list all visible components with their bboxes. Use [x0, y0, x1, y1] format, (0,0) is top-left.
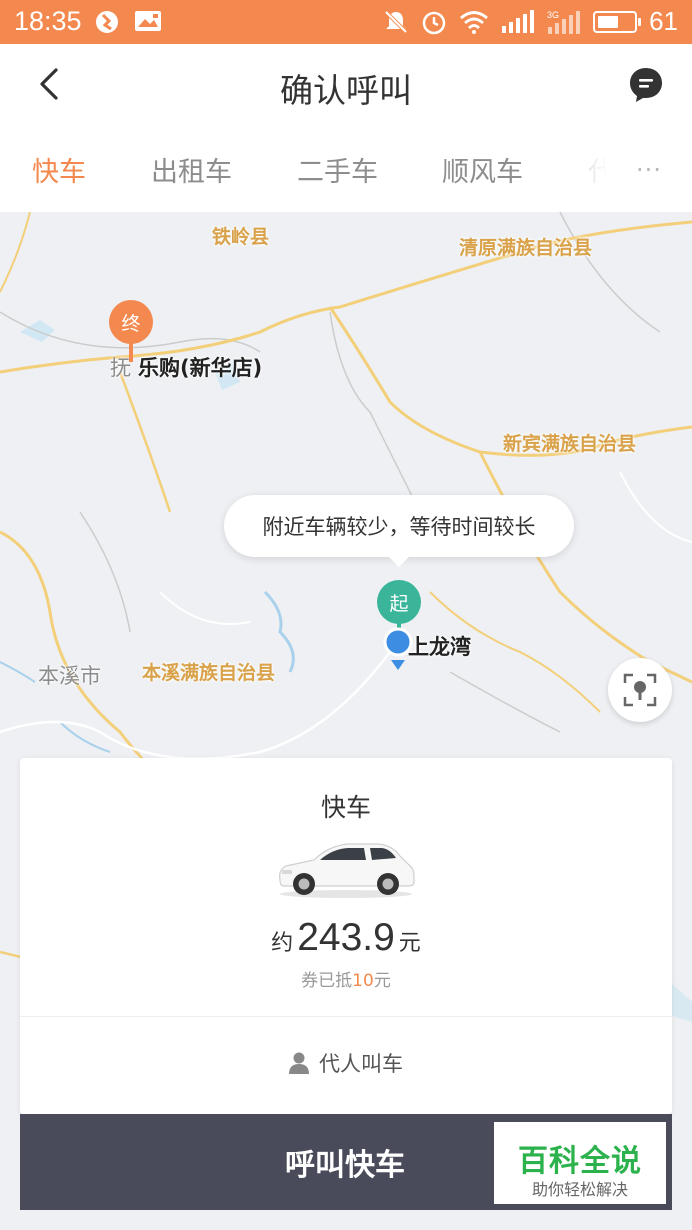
battery-icon: [593, 10, 642, 33]
place-qingyuan: 清原满族自治县: [459, 237, 593, 259]
proxy-call-button[interactable]: 代人叫车: [20, 1048, 672, 1078]
place-benxi-county: 本溪满族自治县: [142, 662, 276, 684]
car-image: [279, 843, 415, 898]
price-prefix: 约: [271, 931, 294, 956]
tab-kuaiche[interactable]: 快车: [32, 150, 86, 189]
car-type-tabs: 快车 出租车 二手车 顺风车 代 ···: [0, 126, 692, 212]
place-benxi-city: 本溪市: [38, 664, 101, 688]
origin-marker: 起: [377, 580, 421, 624]
wifi-icon: [460, 10, 488, 34]
browser-icon: [96, 11, 118, 33]
origin-label: 上龙湾: [408, 635, 471, 659]
coupon-prefix: 券已抵: [301, 971, 353, 991]
tabs-fade: [560, 140, 620, 200]
signal-icon: [502, 9, 535, 33]
locate-button[interactable]: [608, 658, 672, 722]
coupon-unit: 元: [373, 971, 391, 991]
proxy-call-label: 代人叫车: [319, 1052, 403, 1076]
watermark-title: 百科全说: [518, 1144, 642, 1179]
coupon-note[interactable]: 券已抵10元: [20, 966, 672, 991]
coupon-amount: 10: [352, 971, 374, 991]
alarm-icon: [422, 11, 446, 34]
card-divider: [20, 1016, 672, 1017]
tab-carpool[interactable]: 顺风车: [442, 150, 523, 189]
person-icon: [289, 1052, 309, 1074]
watermark-logo: 百科全说 助你轻松解决: [494, 1122, 666, 1204]
watermark-subtitle: 助你轻松解决: [531, 1180, 628, 1199]
status-left-icons: [94, 9, 162, 35]
message-icon[interactable]: [628, 66, 664, 104]
page-title: 确认呼叫: [280, 71, 412, 110]
call-ride-label: 呼叫快车: [285, 1148, 405, 1183]
price-value: 243.9: [297, 916, 395, 959]
price-row: 约 243.9 元: [20, 916, 672, 960]
more-tabs-button[interactable]: ···: [636, 156, 662, 184]
wait-time-tooltip: 附近车辆较少，等待时间较长: [224, 495, 574, 567]
ride-type-title: 快车: [320, 793, 371, 822]
network-3g-label: 3G: [547, 10, 559, 20]
locate-icon: [623, 673, 657, 707]
mute-icon: [384, 10, 408, 33]
battery-percent: 61: [649, 6, 678, 36]
price-unit: 元: [398, 931, 421, 956]
tab-used-car[interactable]: 二手车: [297, 150, 378, 189]
ride-estimate-card: 快车 约 243.9 元 券已抵10元 代人叫车: [20, 758, 672, 1114]
destination-stem: [129, 340, 133, 362]
status-time: 18:35: [14, 6, 82, 36]
tab-taxi[interactable]: 出租车: [151, 150, 232, 189]
header: 确认呼叫: [0, 44, 692, 126]
image-icon: [135, 11, 161, 31]
destination-marker: 终: [109, 300, 153, 344]
place-xinbin: 新宾满族自治县: [503, 433, 637, 455]
place-tieling: 铁岭县: [212, 226, 270, 248]
status-right-icons: 3G 61: [383, 6, 678, 37]
status-bar: 18:35 3G 61: [0, 0, 692, 44]
signal-3g-icon: 3G: [547, 10, 581, 34]
destination-label: 乐购(新华店): [138, 356, 263, 380]
